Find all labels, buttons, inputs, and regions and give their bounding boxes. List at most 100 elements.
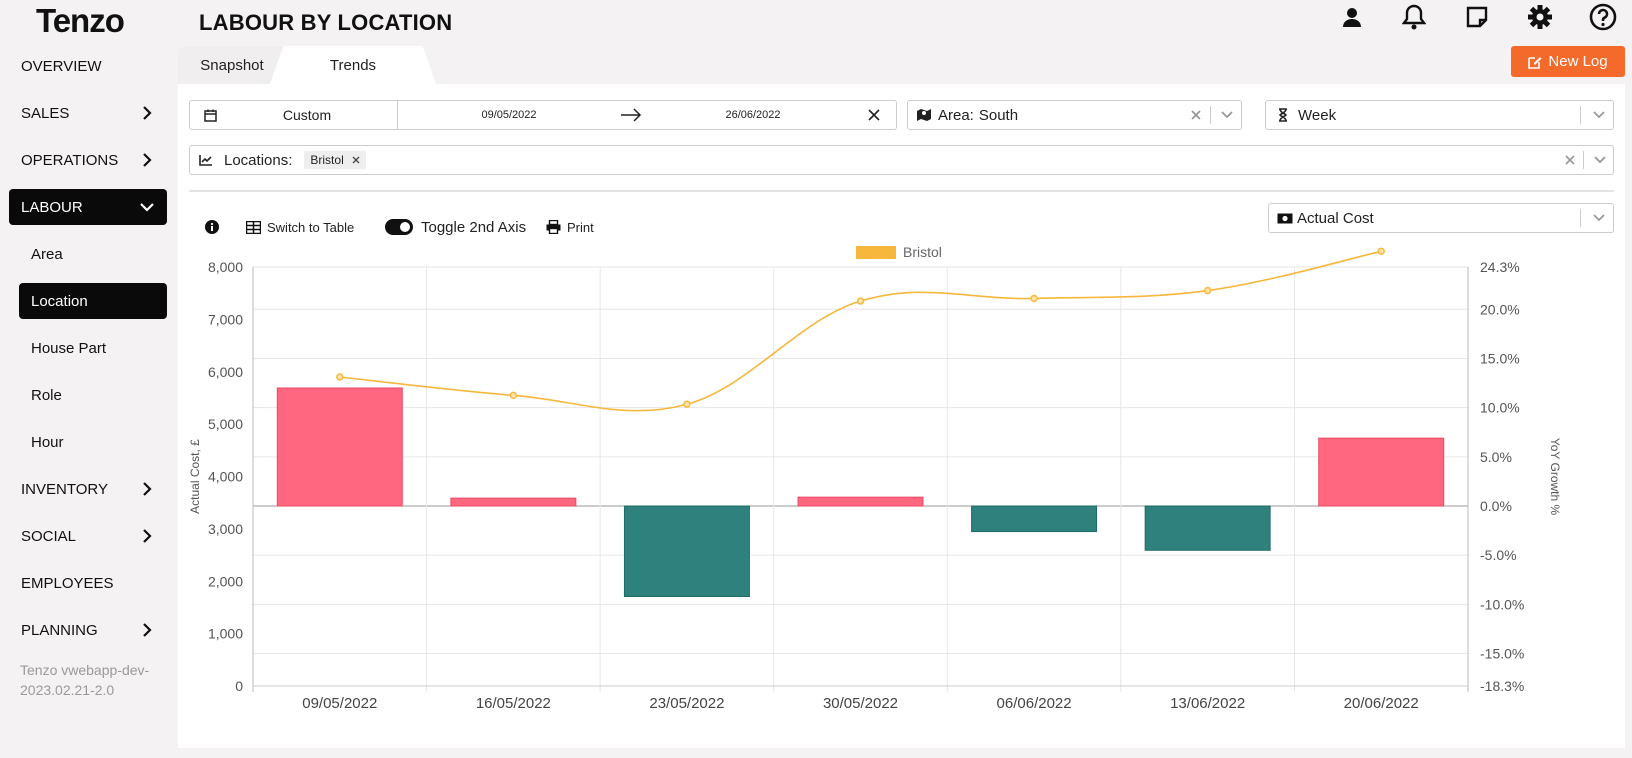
- y-axis-title: Actual Cost, £: [188, 439, 202, 514]
- gear-icon[interactable]: [1524, 0, 1556, 34]
- switch-to-table-button[interactable]: Switch to Table: [246, 216, 354, 238]
- area-label: Area:: [938, 106, 974, 124]
- nav-social[interactable]: SOCIAL: [9, 518, 167, 554]
- chevron-down-icon[interactable]: [1592, 213, 1606, 223]
- y2-tick-label: 20.0%: [1480, 301, 1520, 317]
- y-tick-label: 1,000: [208, 626, 243, 642]
- metric-value: Actual Cost: [1297, 209, 1374, 227]
- period-select[interactable]: Week: [1265, 100, 1614, 130]
- tenzo-logo[interactable]: Tenzo: [36, 2, 125, 40]
- nav-labour-house-part[interactable]: House Part: [19, 330, 167, 366]
- chart-point: [1203, 286, 1212, 295]
- nav-labour-hour[interactable]: Hour: [19, 424, 167, 460]
- x-tick-label: 23/05/2022: [649, 695, 724, 712]
- money-icon: [1277, 213, 1293, 223]
- date-mode-label[interactable]: Custom: [217, 107, 397, 123]
- nav-labour-area[interactable]: Area: [19, 236, 167, 272]
- x-tick-label: 20/06/2022: [1344, 695, 1419, 712]
- nav-sales[interactable]: SALES: [9, 95, 167, 131]
- nav-operations[interactable]: OPERATIONS: [9, 142, 167, 178]
- date-start-input[interactable]: 09/05/2022: [398, 109, 620, 121]
- clear-locations-icon[interactable]: [1564, 154, 1576, 166]
- nav-labour-location[interactable]: Location: [19, 283, 167, 319]
- x-tick-label: 30/05/2022: [823, 695, 898, 712]
- y2-tick-label: 5.0%: [1480, 449, 1512, 465]
- note-icon[interactable]: [1461, 0, 1493, 34]
- x-tick-label: 13/06/2022: [1170, 695, 1245, 712]
- y2-tick-label: 24.3%: [1480, 259, 1520, 275]
- print-button[interactable]: Print: [546, 216, 594, 238]
- area-select[interactable]: Area: South: [907, 100, 1242, 130]
- y-tick-label: 4,000: [208, 469, 243, 485]
- table-icon: [246, 220, 261, 234]
- new-log-button[interactable]: New Log: [1511, 46, 1625, 77]
- divider: [1583, 151, 1584, 169]
- nav-planning[interactable]: PLANNING: [9, 612, 167, 648]
- locations-label: Locations:: [224, 151, 293, 169]
- chart-point: [856, 297, 865, 305]
- chart-point: [1377, 247, 1385, 255]
- chevron-down-icon[interactable]: [1593, 155, 1607, 165]
- remove-tag-icon[interactable]: [352, 156, 360, 164]
- chart-bar: [971, 505, 1098, 533]
- nav-labour[interactable]: LABOUR: [9, 189, 167, 225]
- app-version: Tenzo vwebapp-dev-2023.02.21-2.0: [20, 662, 150, 698]
- chevron-down-icon[interactable]: [1592, 110, 1606, 120]
- tab-trends[interactable]: Trends: [270, 46, 436, 84]
- chart-point: [509, 391, 518, 400]
- calendar-icon: [204, 109, 217, 122]
- y-tick-label: 0: [235, 678, 243, 694]
- y2-tick-label: 15.0%: [1480, 350, 1520, 366]
- y-tick-label: 5,000: [208, 416, 243, 432]
- divider: [1580, 106, 1581, 124]
- chevron-down-icon: [140, 203, 154, 212]
- location-tag: Bristol: [304, 151, 366, 169]
- top-bar: Tenzo LABOUR BY LOCATION: [0, 0, 1632, 46]
- tab-snapshot[interactable]: Snapshot: [178, 46, 286, 84]
- period-value: Week: [1298, 106, 1337, 124]
- nav-employees[interactable]: EMPLOYEES: [9, 565, 167, 601]
- clear-area-icon[interactable]: [1190, 109, 1202, 121]
- x-tick-label: 09/05/2022: [302, 695, 377, 712]
- metric-select[interactable]: Actual Cost: [1268, 203, 1614, 233]
- main-panel: Custom 09/05/2022 26/06/2022 Area: South…: [178, 84, 1625, 748]
- y2-tick-label: 0.0%: [1480, 498, 1512, 514]
- x-tick-label: 06/06/2022: [997, 695, 1072, 712]
- nav-labour-role[interactable]: Role: [19, 377, 167, 413]
- y-tick-label: 3,000: [208, 521, 243, 537]
- locations-select[interactable]: Locations: Bristol: [189, 145, 1614, 175]
- legend-swatch: [856, 246, 896, 259]
- sidebar: OVERVIEW SALES OPERATIONS LABOUR Area Lo…: [0, 46, 178, 758]
- chart-bar: [450, 497, 577, 507]
- y2-tick-label: -18.3%: [1480, 678, 1524, 694]
- bell-icon[interactable]: [1398, 0, 1430, 34]
- y2-axis-title: YoY Growth %: [1548, 438, 1562, 516]
- labour-chart: 0 1,000 2,000 3,000 4,000 5,000 6,000 7,000 8,00…: [188, 244, 1562, 712]
- toggle-switch[interactable]: [385, 219, 413, 235]
- chart-point: [336, 373, 344, 381]
- hourglass-icon: [1279, 108, 1287, 122]
- clear-date-icon[interactable]: [868, 109, 880, 121]
- chart-bar: [276, 387, 403, 507]
- nav-overview[interactable]: OVERVIEW: [9, 48, 167, 84]
- area-value: South: [978, 106, 1019, 124]
- toggle-2nd-axis[interactable]: Toggle 2nd Axis: [385, 216, 526, 238]
- legend-label: Bristol: [903, 244, 942, 260]
- y-tick-label: 2,000: [208, 573, 243, 589]
- nav-inventory[interactable]: INVENTORY: [9, 471, 167, 507]
- divider: [1580, 209, 1581, 227]
- help-icon[interactable]: [1587, 0, 1619, 34]
- user-icon[interactable]: [1336, 0, 1368, 34]
- y2-tick-label: -15.0%: [1480, 646, 1524, 662]
- chart-bar: [1144, 505, 1271, 551]
- chart-bar: [623, 505, 750, 597]
- chart-point: [1030, 294, 1038, 303]
- edit-icon: [1528, 56, 1542, 69]
- info-button[interactable]: [205, 216, 219, 238]
- page-title: LABOUR BY LOCATION: [199, 10, 453, 35]
- y-tick-label: 7,000: [208, 311, 243, 327]
- date-end-input[interactable]: 26/06/2022: [642, 109, 864, 121]
- chevron-right-icon: [143, 623, 152, 637]
- date-range-picker[interactable]: Custom 09/05/2022 26/06/2022: [189, 100, 897, 130]
- chevron-down-icon[interactable]: [1220, 110, 1234, 120]
